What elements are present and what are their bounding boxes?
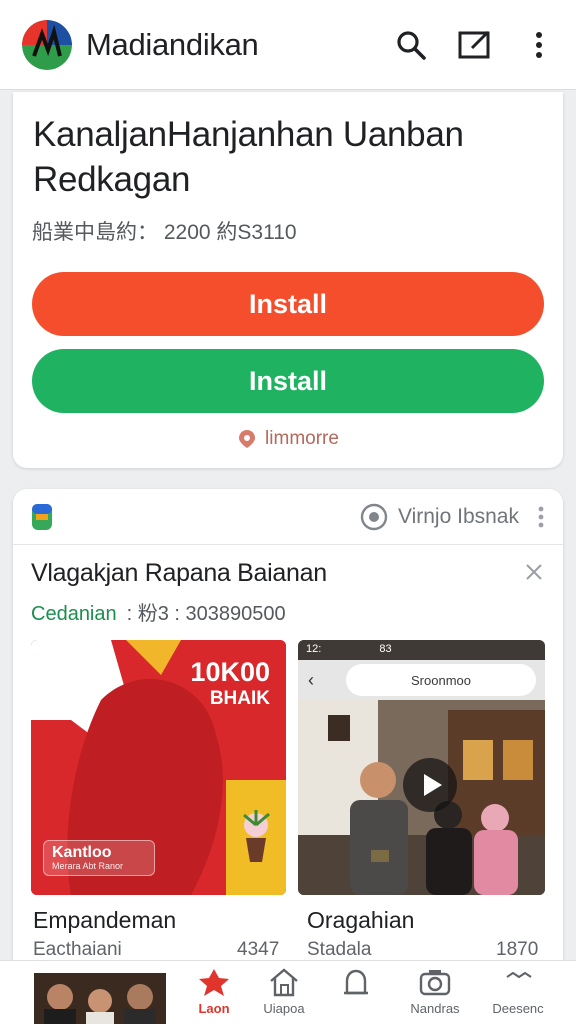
eye-icon <box>360 503 388 531</box>
nav-item-notifications[interactable] <box>316 967 396 1001</box>
post-card: Virnjo Ibsnak Vlagakjan Rapana Baianan C… <box>13 489 563 969</box>
thumbnail-2-count: 1870 <box>496 939 539 960</box>
post-meta: Cedanian : 粉3 : 303890500 <box>31 597 286 626</box>
post-meta-text: : 粉3 : 303890500 <box>126 603 286 625</box>
thumbnail-2-subtitle: Stadala <box>307 939 372 960</box>
video-status-bar: 12: 83 <box>298 640 545 660</box>
install-button-primary[interactable]: Install <box>32 272 544 336</box>
top-app-bar: Madiandikan <box>0 0 576 90</box>
play-icon <box>424 774 442 796</box>
nav-item-deesenc[interactable]: Deesenc <box>478 967 558 1016</box>
location-pin-icon <box>239 430 256 448</box>
view-label: Virnjo Ibsnak <box>397 505 519 528</box>
flame-icon <box>199 969 229 996</box>
camera-icon <box>419 970 451 996</box>
mini-player-thumbnail[interactable] <box>34 973 166 1024</box>
thumbnail-1-subtitle: Eacthaiani <box>33 939 122 960</box>
app-badge-icon <box>32 504 52 530</box>
nav-label-deesenc: Deesenc <box>492 1001 544 1016</box>
promo-badge-sub: Merara Abt Ranor <box>52 861 124 871</box>
more-vert-icon[interactable] <box>522 28 556 62</box>
dots-icon <box>506 971 532 979</box>
promo-badge: Kantloo Merara Abt Ranor <box>43 840 155 876</box>
post-title: Vlagakjan Rapana Baianan <box>31 559 327 587</box>
back-arrow-icon[interactable]: ‹ <box>308 670 314 691</box>
promo-badge-title: Kantloo <box>52 844 112 861</box>
app-card-meta: 船業中島約： 2200 約S3110 <box>32 221 297 244</box>
close-icon[interactable] <box>525 563 543 581</box>
nav-label-uiapoa: Uiapoa <box>263 1001 305 1016</box>
home-icon <box>270 968 298 997</box>
thumbnail-1-title[interactable]: Empandeman <box>33 907 176 934</box>
location-text: limmorre <box>265 428 339 449</box>
video-status-mid: 83 <box>379 643 392 655</box>
promo-subline: BHAIK <box>209 688 270 709</box>
post-card-header: Virnjo Ibsnak <box>13 489 563 545</box>
video-status-time: 12: <box>306 643 322 655</box>
nav-item-nandras[interactable]: Nandras <box>395 967 475 1016</box>
nav-label-laon: Laon <box>198 1001 230 1016</box>
app-card: KanaljanHanjanhan Uanban Redkagan 船業中島約：… <box>13 92 563 468</box>
bottom-navigation: Laon Uiapoa Nandras Deesenc <box>0 960 576 1024</box>
view-indicator[interactable]: Virnjo Ibsnak <box>360 503 519 531</box>
app-card-title: KanaljanHanjanhan Uanban Redkagan <box>33 115 464 199</box>
play-button[interactable] <box>403 758 457 812</box>
promo-headline: 10K00 <box>190 657 270 687</box>
video-url: Sroonmoo <box>346 664 536 696</box>
thumbnail-1-count: 4347 <box>237 939 280 960</box>
nav-item-uiapoa[interactable]: Uiapoa <box>244 967 324 1016</box>
more-vert-icon[interactable] <box>537 505 545 529</box>
thumbnail-2-title[interactable]: Oragahian <box>307 907 414 934</box>
search-icon[interactable] <box>394 28 428 62</box>
bell-icon <box>344 969 368 995</box>
nav-label-nandras: Nandras <box>410 1001 460 1016</box>
compose-icon[interactable] <box>458 28 492 62</box>
thumbnail-promo[interactable]: 10K00 BHAIK Kantloo Merara Abt Ranor <box>31 640 286 895</box>
thumbnail-video[interactable]: 12: 83 ‹ Sroonmoo <box>298 640 545 895</box>
install-button-secondary[interactable]: Install <box>32 349 544 413</box>
post-category[interactable]: Cedanian <box>31 603 117 625</box>
app-logo-icon[interactable] <box>22 19 72 70</box>
app-title: Madiandikan <box>86 26 259 62</box>
location-link[interactable]: limmorre <box>13 428 563 450</box>
nav-item-laon[interactable]: Laon <box>174 967 254 1016</box>
people-photo <box>34 973 166 1024</box>
